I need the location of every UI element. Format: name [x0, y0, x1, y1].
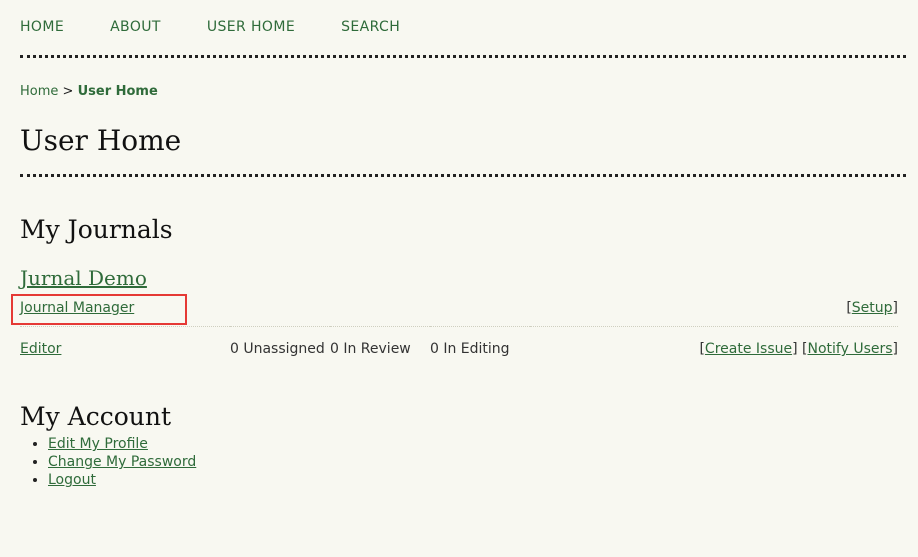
manager-actions: [Setup] — [530, 296, 898, 327]
journal-manager-wrapper: Journal Manager — [11, 294, 187, 325]
title-divider — [20, 174, 906, 177]
bracket-close: ] — [892, 341, 898, 357]
nav-user-home[interactable]: USER HOME — [207, 19, 295, 35]
role-row-editor: Editor 0 Unassigned 0 In Review 0 In Edi… — [20, 327, 898, 363]
editor-actions: [Create Issue] [Notify Users] — [530, 327, 898, 363]
edit-profile-link[interactable]: Edit My Profile — [48, 436, 148, 452]
journal-manager-link[interactable]: Journal Manager — [20, 300, 134, 316]
breadcrumb-current: User Home — [77, 84, 158, 99]
create-issue-link[interactable]: Create Issue — [705, 341, 792, 357]
empty-stat-cell — [330, 296, 430, 327]
bracket-close: ] — [892, 300, 898, 316]
role-cell: Journal Manager — [11, 294, 230, 327]
page-title: User Home — [20, 124, 182, 157]
change-password-link[interactable]: Change My Password — [48, 454, 196, 470]
editor-link[interactable]: Editor — [20, 341, 61, 357]
bracket-close: ] — [792, 341, 798, 357]
nav-search[interactable]: SEARCH — [341, 19, 400, 35]
my-journals-heading: My Journals — [20, 215, 173, 244]
stat-in-review: 0 In Review — [330, 341, 411, 357]
role-row-journal-manager: Journal Manager [Setup] — [11, 294, 898, 327]
my-account-heading: My Account — [20, 402, 172, 431]
stat-in-editing: 0 In Editing — [430, 341, 510, 357]
nav-about[interactable]: ABOUT — [110, 19, 161, 35]
journal-roles-table: Journal Manager [Setup] Editor 0 Unassig… — [11, 294, 898, 363]
account-links-list: Edit My Profile Change My Password Logou… — [20, 435, 906, 489]
breadcrumb-separator: > — [62, 84, 74, 99]
list-item: Change My Password — [48, 453, 906, 471]
setup-link[interactable]: Setup — [852, 300, 893, 316]
role-cell: Editor — [20, 327, 230, 363]
page: HOME ABOUT USER HOME SEARCH Home > User … — [0, 0, 918, 557]
breadcrumb-home[interactable]: Home — [20, 84, 58, 99]
empty-stat-cell — [230, 296, 330, 327]
list-item: Logout — [48, 471, 906, 489]
nav-home[interactable]: HOME — [20, 19, 64, 35]
stat-unassigned: 0 Unassigned — [230, 341, 325, 357]
empty-stat-cell — [430, 296, 530, 327]
logout-link[interactable]: Logout — [48, 472, 96, 488]
journal-name-link[interactable]: Jurnal Demo — [20, 266, 147, 290]
list-item: Edit My Profile — [48, 435, 906, 453]
notify-users-link[interactable]: Notify Users — [807, 341, 892, 357]
breadcrumb: Home > User Home — [20, 84, 906, 102]
top-navbar: HOME ABOUT USER HOME SEARCH — [20, 0, 906, 58]
